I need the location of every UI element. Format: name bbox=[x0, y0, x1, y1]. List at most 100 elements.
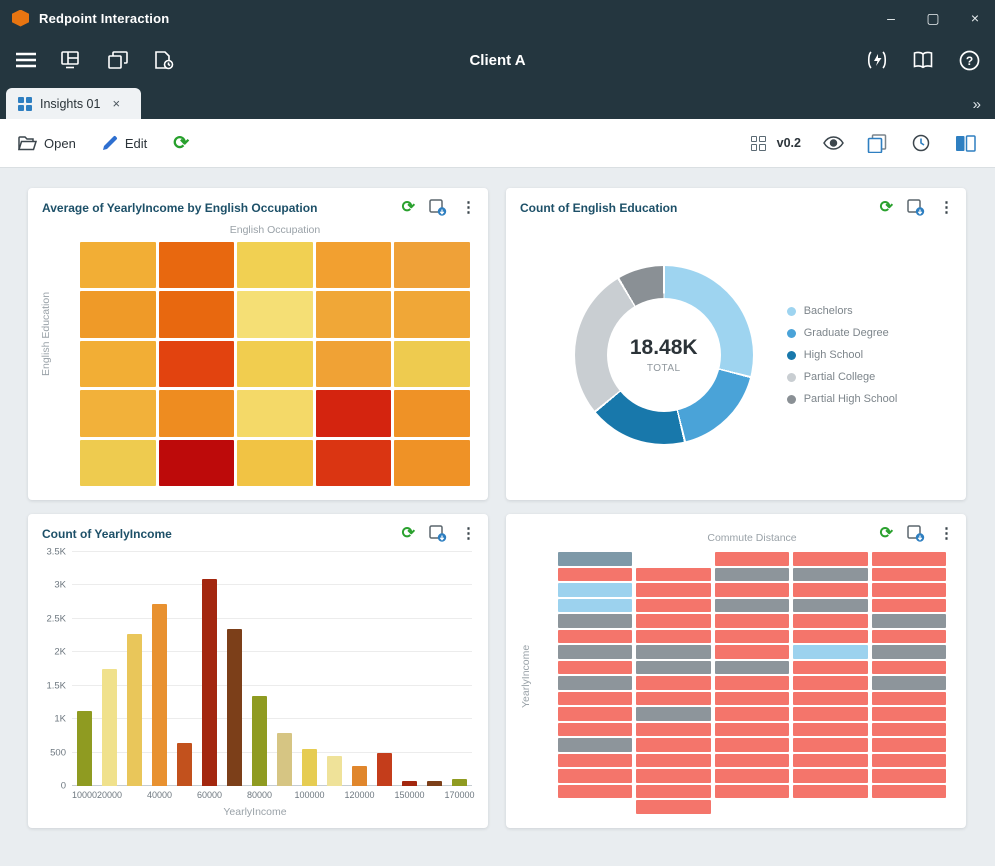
tableplot-cell[interactable] bbox=[558, 785, 632, 799]
bar-rect[interactable] bbox=[77, 711, 93, 786]
card-refresh-icon[interactable]: ⟳ bbox=[402, 526, 415, 542]
tableplot-cell[interactable] bbox=[872, 738, 946, 752]
tableplot-cell[interactable] bbox=[793, 583, 867, 597]
legend-item[interactable]: Partial College bbox=[787, 371, 898, 383]
tableplot-cell[interactable] bbox=[636, 769, 710, 783]
heatmap-cell[interactable] bbox=[80, 440, 156, 486]
version-indicator[interactable]: v0.2 bbox=[751, 136, 801, 151]
tableplot-cell[interactable] bbox=[636, 707, 710, 721]
edit-button[interactable]: Edit bbox=[102, 135, 147, 151]
heatmap-cell[interactable] bbox=[237, 341, 313, 387]
heatmap-cell[interactable] bbox=[316, 291, 392, 337]
tableplot-cell[interactable] bbox=[715, 568, 789, 582]
tableplot-cell[interactable] bbox=[715, 754, 789, 768]
tableplot-cell[interactable] bbox=[793, 552, 867, 566]
tableplot-cell[interactable] bbox=[558, 568, 632, 582]
tableplot-cell[interactable] bbox=[872, 723, 946, 737]
open-button[interactable]: Open bbox=[18, 136, 76, 151]
tableplot-cell[interactable] bbox=[872, 568, 946, 582]
tableplot-cell[interactable] bbox=[793, 599, 867, 613]
tableplot-cell[interactable] bbox=[793, 614, 867, 628]
tableplot-cell[interactable] bbox=[793, 692, 867, 706]
tableplot-cell[interactable] bbox=[715, 692, 789, 706]
tableplot-cell[interactable] bbox=[793, 785, 867, 799]
tableplot-cell[interactable] bbox=[636, 738, 710, 752]
legend-item[interactable]: Bachelors bbox=[787, 305, 898, 317]
api-trigger-icon[interactable] bbox=[865, 48, 889, 72]
tableplot-cell[interactable] bbox=[558, 614, 632, 628]
tab-overflow-chevron-icon[interactable]: » bbox=[973, 96, 989, 119]
tableplot-cell[interactable] bbox=[558, 676, 632, 690]
document-schedule-icon[interactable] bbox=[152, 48, 176, 72]
tableplot-cell[interactable] bbox=[715, 599, 789, 613]
tableplot-cell[interactable] bbox=[793, 676, 867, 690]
tableplot-cell[interactable] bbox=[558, 769, 632, 783]
heatmap-cell[interactable] bbox=[159, 341, 235, 387]
tableplot-cell[interactable] bbox=[558, 692, 632, 706]
tableplot-cell[interactable] bbox=[872, 692, 946, 706]
heatmap-cell[interactable] bbox=[394, 341, 470, 387]
tableplot-cell[interactable] bbox=[793, 769, 867, 783]
tableplot-cell[interactable] bbox=[636, 800, 710, 814]
bar-rect[interactable] bbox=[202, 579, 218, 786]
refresh-button[interactable]: ⟳ bbox=[173, 134, 189, 153]
heatmap-cell[interactable] bbox=[316, 341, 392, 387]
tableplot-cell[interactable] bbox=[715, 738, 789, 752]
tableplot-cell[interactable] bbox=[636, 568, 710, 582]
legend-item[interactable]: High School bbox=[787, 349, 898, 361]
heatmap-cell[interactable] bbox=[394, 390, 470, 436]
bar-rect[interactable] bbox=[252, 696, 268, 786]
tableplot-cell[interactable] bbox=[793, 630, 867, 644]
documentation-book-icon[interactable] bbox=[911, 48, 935, 72]
tableplot-cell[interactable] bbox=[558, 552, 632, 566]
tableplot-cell[interactable] bbox=[715, 769, 789, 783]
card-refresh-icon[interactable]: ⟳ bbox=[880, 200, 893, 216]
tableplot-cell[interactable] bbox=[793, 707, 867, 721]
tableplot-cell[interactable] bbox=[793, 754, 867, 768]
tableplot-cell[interactable] bbox=[558, 723, 632, 737]
heatmap-cell[interactable] bbox=[394, 242, 470, 288]
tableplot-cell[interactable] bbox=[872, 754, 946, 768]
heatmap-cell[interactable] bbox=[80, 291, 156, 337]
tableplot-cell[interactable] bbox=[793, 661, 867, 675]
card-menu-kebab-icon[interactable]: ⋮ bbox=[461, 526, 476, 541]
tableplot-cell[interactable] bbox=[636, 676, 710, 690]
heatmap-cell[interactable] bbox=[237, 242, 313, 288]
heatmap-cell[interactable] bbox=[237, 440, 313, 486]
tableplot-cell[interactable] bbox=[558, 599, 632, 613]
tableplot-cell[interactable] bbox=[636, 599, 710, 613]
tableplot-cell[interactable] bbox=[793, 723, 867, 737]
history-clock-icon[interactable] bbox=[909, 131, 933, 155]
tableplot-cell[interactable] bbox=[793, 568, 867, 582]
tableplot-cell[interactable] bbox=[793, 645, 867, 659]
heatmap-cell[interactable] bbox=[80, 341, 156, 387]
tableplot-cell[interactable] bbox=[715, 661, 789, 675]
minimize-button[interactable]: – bbox=[883, 10, 899, 27]
tableplot-cell[interactable] bbox=[872, 552, 946, 566]
tableplot-cell[interactable] bbox=[636, 630, 710, 644]
menu-hamburger-icon[interactable] bbox=[14, 48, 38, 72]
card-export-icon[interactable] bbox=[907, 199, 925, 216]
tableplot-cell[interactable] bbox=[558, 738, 632, 752]
heatmap-cell[interactable] bbox=[80, 390, 156, 436]
bar-rect[interactable] bbox=[277, 733, 293, 786]
bar-rect[interactable] bbox=[102, 669, 118, 786]
tableplot-cell[interactable] bbox=[872, 599, 946, 613]
tableplot-cell[interactable] bbox=[872, 645, 946, 659]
bar-rect[interactable] bbox=[227, 629, 243, 786]
tableplot-cell[interactable] bbox=[715, 552, 789, 566]
tableplot-cell[interactable] bbox=[872, 785, 946, 799]
bar-rect[interactable] bbox=[127, 634, 143, 786]
preview-eye-icon[interactable] bbox=[821, 131, 845, 155]
tableplot-cell[interactable] bbox=[558, 661, 632, 675]
bar-rect[interactable] bbox=[177, 743, 193, 786]
card-menu-kebab-icon[interactable]: ⋮ bbox=[461, 200, 476, 215]
tab-close-icon[interactable]: × bbox=[112, 96, 120, 111]
tableplot-cell[interactable] bbox=[558, 583, 632, 597]
tableplot-cell[interactable] bbox=[715, 785, 789, 799]
bar-rect[interactable] bbox=[352, 766, 368, 786]
heatmap-cell[interactable] bbox=[316, 242, 392, 288]
tableplot-cell[interactable] bbox=[715, 676, 789, 690]
bar-rect[interactable] bbox=[327, 756, 343, 786]
tableplot-cell[interactable] bbox=[872, 707, 946, 721]
